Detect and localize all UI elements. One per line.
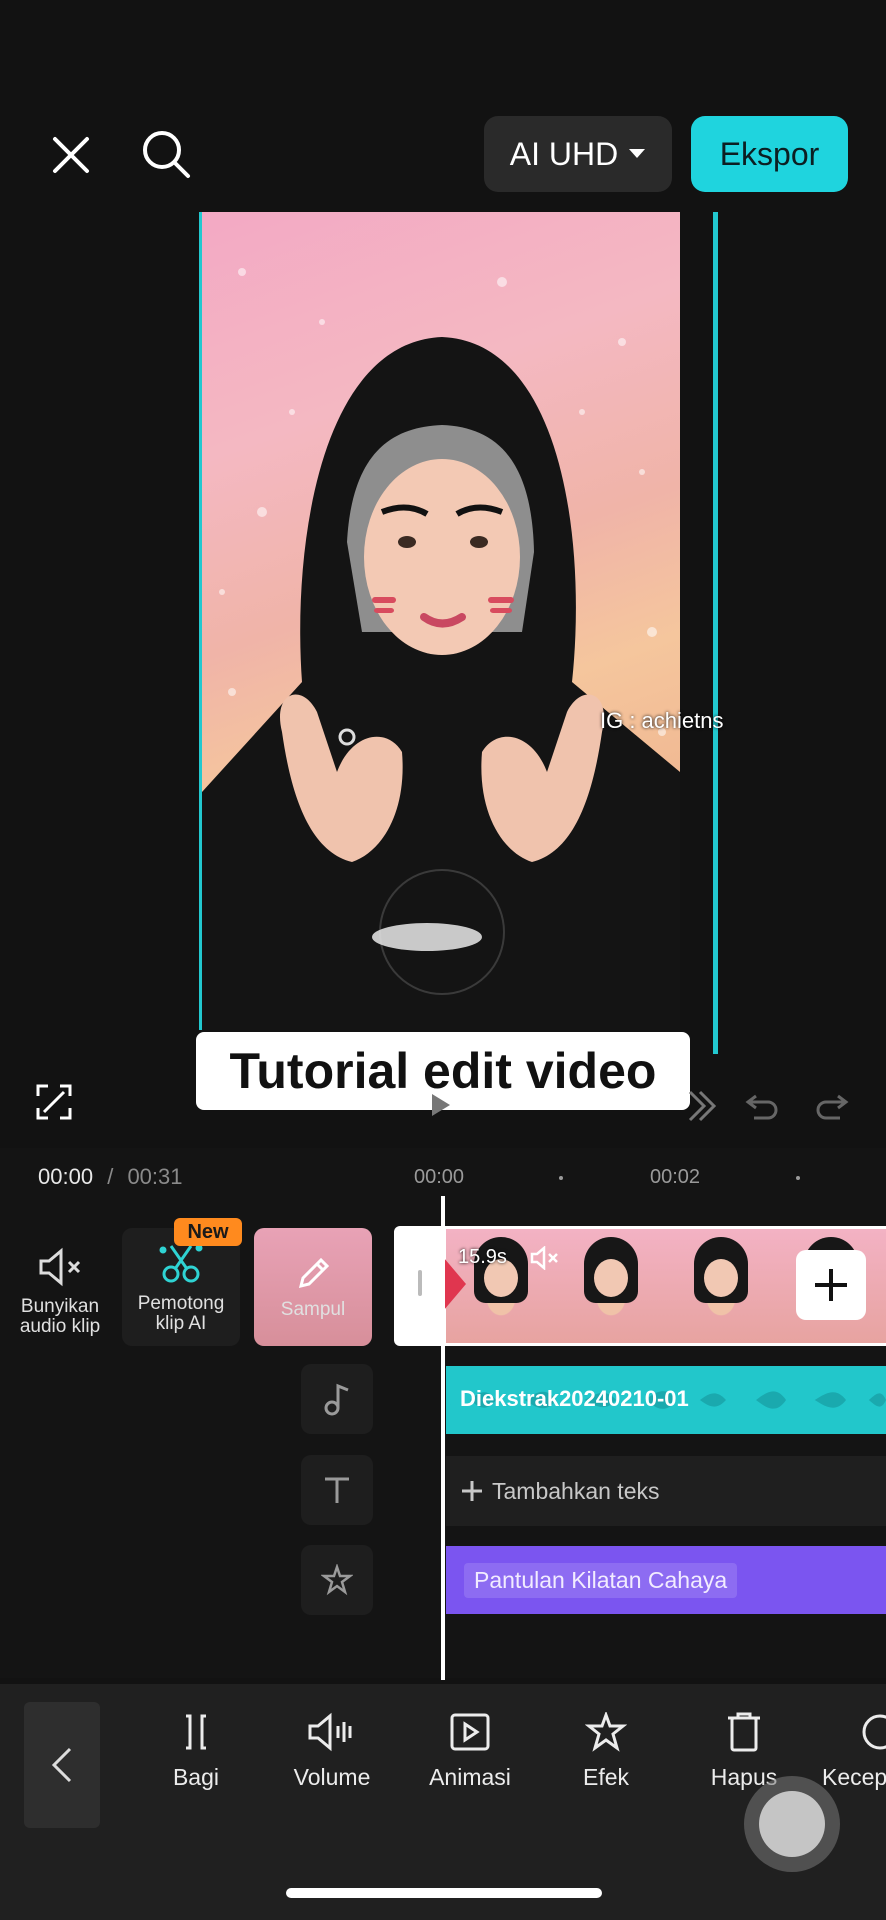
split-icon [186,1714,206,1750]
close-icon[interactable] [46,130,96,180]
ai-scissors-icon [159,1244,203,1283]
new-badge: New [174,1218,242,1246]
add-text-row[interactable]: Tambahkan teks [446,1456,886,1526]
fullscreen-icon[interactable] [34,1082,74,1122]
assistive-touch-button[interactable] [744,1776,840,1872]
cover-button[interactable]: Sampul [254,1228,372,1346]
export-button[interactable]: Ekspor [691,116,848,192]
search-icon[interactable] [138,126,194,182]
preview-image [202,268,680,1030]
add-clip-button[interactable] [796,1250,866,1320]
clip-duration: 15.9s [458,1246,507,1268]
plus-icon [815,1269,847,1301]
time-display: 00:00 / 00:31 [38,1164,183,1190]
volume-icon [308,1712,352,1752]
ruler-label: 00:02 [650,1166,701,1188]
mute-icon [39,1247,81,1287]
add-text-label: Tambahkan teks [492,1477,660,1504]
speed-button[interactable]: Kecep [818,1712,886,1791]
toolbar-label: Volume [293,1764,371,1790]
undo-icon[interactable] [742,1086,782,1126]
split-button[interactable]: Bagi [136,1712,256,1791]
cover-label: Sampul [280,1299,346,1321]
effect-clip-label: Pantulan Kilatan Cahaya [464,1562,738,1598]
quality-label: AI UHD [509,135,619,172]
clip-thumbnail [666,1229,776,1343]
clip-trim-handle[interactable] [394,1226,446,1346]
playhead[interactable] [441,1196,445,1680]
play-icon[interactable] [426,1090,456,1120]
clip-thumbnail [556,1229,666,1343]
effect-clip[interactable]: Pantulan Kilatan Cahaya [446,1546,886,1614]
chevron-left-icon [51,1747,72,1783]
watermark-text: IG : achietns [600,708,724,733]
toolbar-label: Efek [582,1764,630,1790]
time-separator: / [107,1164,114,1189]
ai-cutter-label: Pemotong klip AI [137,1293,225,1334]
ruler-tick [559,1176,563,1180]
quality-dropdown[interactable]: AI UHD [484,116,672,192]
ruler-tick [796,1176,800,1180]
toolbar-label: Kecep [822,1764,886,1790]
animation-icon [450,1713,490,1751]
effect-icon [585,1712,627,1752]
video-preview[interactable] [202,212,680,1030]
delete-icon [728,1712,760,1752]
add-text-track-button[interactable] [301,1455,373,1525]
clip-boundary-right [713,212,718,1054]
toolbar-label: Bagi [172,1764,220,1790]
caret-down-icon [629,149,646,158]
add-effect-track-button[interactable] [301,1545,373,1615]
volume-button[interactable]: Volume [272,1712,392,1791]
current-time: 00:00 [38,1164,94,1189]
animation-button[interactable]: Animasi [410,1712,530,1791]
mute-label: Bunyikan audio klip [19,1296,101,1337]
music-note-icon [324,1383,349,1416]
clip-muted-icon [530,1245,560,1275]
text-icon [325,1477,349,1503]
toolbar-label: Animasi [429,1764,511,1790]
plus-icon [462,1481,482,1501]
audio-clip-label: Diekstrak20240210-01 [460,1386,689,1411]
add-audio-track-button[interactable] [301,1364,373,1434]
back-button[interactable] [24,1702,100,1828]
edit-pencil-icon [298,1257,330,1289]
effect-star-icon [321,1564,353,1596]
redo-icon[interactable] [812,1086,852,1126]
ruler-label: 00:00 [414,1166,465,1188]
speed-icon [862,1714,886,1750]
mute-clip-audio-button[interactable]: Bunyikan audio klip [12,1236,108,1348]
home-indicator[interactable] [286,1888,602,1898]
keyframe-icon[interactable] [680,1086,720,1126]
export-label: Ekspor [719,135,820,172]
effect-button[interactable]: Efek [546,1712,666,1791]
total-time: 00:31 [127,1164,183,1189]
